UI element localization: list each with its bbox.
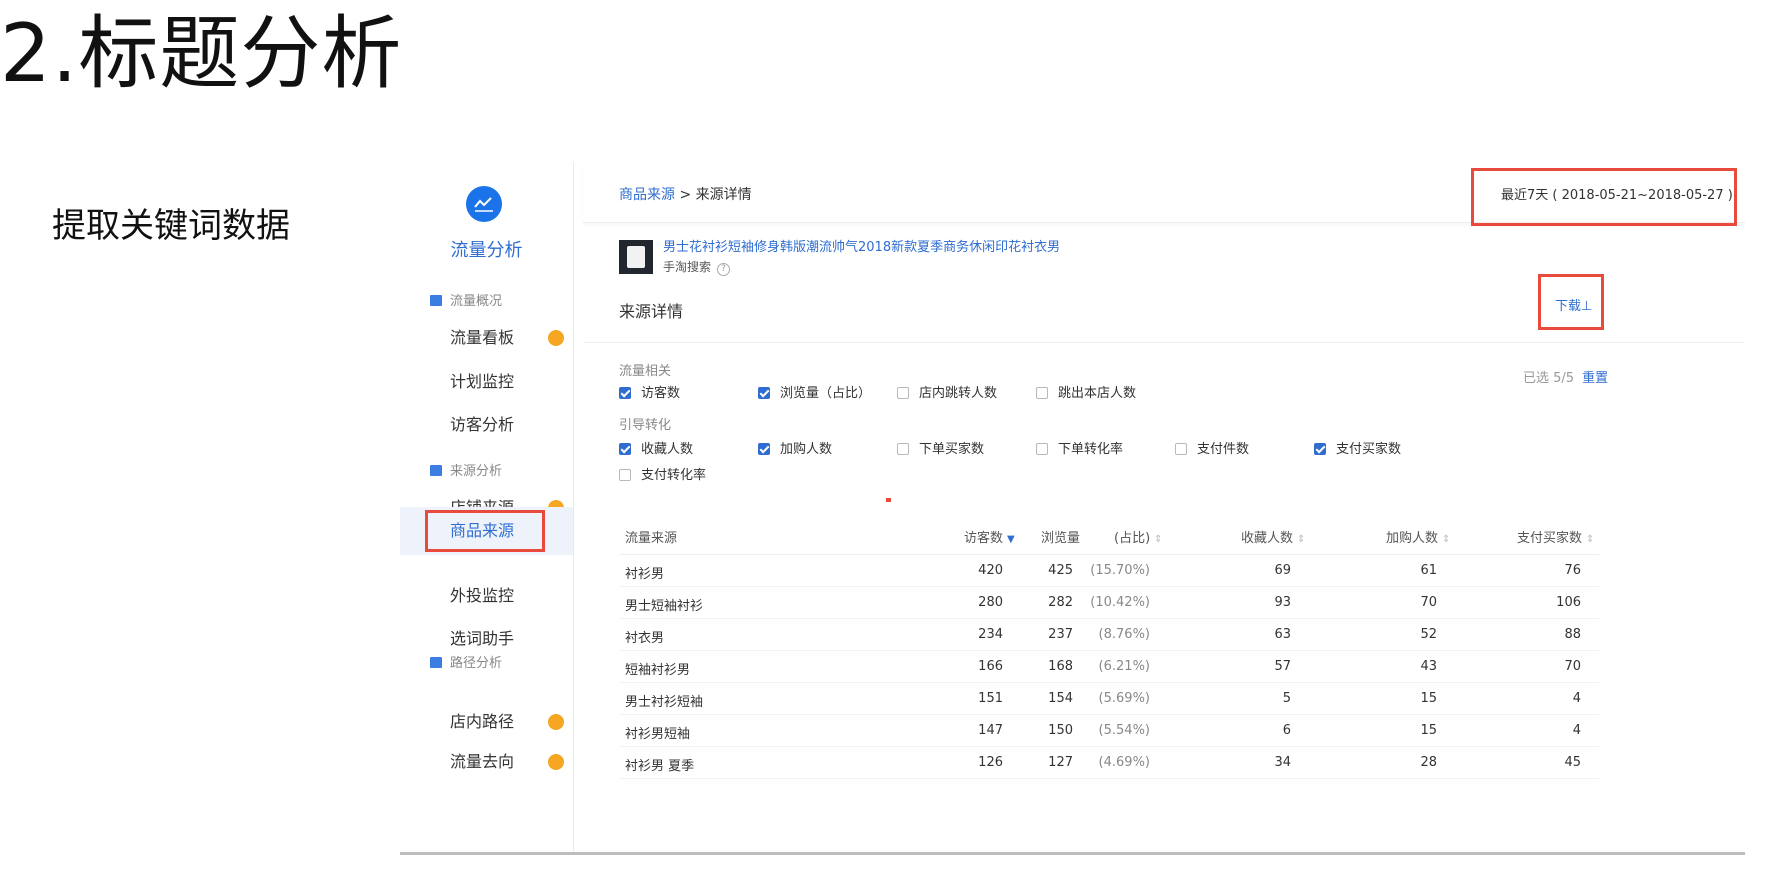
notification-dot-icon	[548, 330, 564, 346]
notification-dot-icon	[548, 754, 564, 770]
checkbox-paid-buyers[interactable]: 支付买家数	[1314, 438, 1401, 457]
col-share[interactable]: (占比) ⇕	[1114, 527, 1163, 546]
sort-icon[interactable]: ⇕	[1442, 534, 1450, 545]
slide-title: 2.标题分析	[0, 7, 403, 100]
breadcrumb-current: 来源详情	[695, 187, 752, 203]
table-row: 衬衫男 420 425 (15.70%) 69 61 76	[619, 554, 1599, 587]
table-row: 衬衫男短袖 147 150 (5.54%) 6 15 4	[619, 714, 1599, 747]
breadcrumb-parent-link[interactable]: 商品来源	[619, 187, 675, 203]
table-row: 衬衣男 234 237 (8.76%) 63 52 88	[619, 618, 1599, 651]
screenshot-frame: 流量分析 流量概况 流量看板 计划监控 访客分析 来源分析 店铺来源 商品来源 …	[400, 162, 1745, 852]
notification-dot-icon	[548, 714, 564, 730]
breadcrumb: 商品来源 > 来源详情	[619, 187, 752, 203]
selected-count: 已选 5/5 重置	[1523, 371, 1609, 386]
col-source: 流量来源	[625, 531, 678, 546]
col-favorites[interactable]: 收藏人数 ⇕	[1241, 527, 1305, 546]
checkbox-add-to-cart[interactable]: 加购人数	[758, 438, 832, 457]
sort-icon[interactable]: ⇕	[1297, 534, 1305, 545]
sidebar-title: 流量分析	[450, 240, 523, 261]
col-add-to-cart[interactable]: 加购人数 ⇕	[1386, 527, 1450, 546]
sidebar-item-plan-monitor[interactable]: 计划监控	[400, 358, 573, 406]
section-title: 来源详情	[619, 302, 684, 321]
product-thumbnail	[619, 240, 653, 274]
divider	[583, 342, 1745, 343]
sidebar-group-source-analysis: 来源分析	[430, 460, 502, 479]
filter-group-traffic-label: 流量相关	[619, 364, 672, 379]
product-title-link[interactable]: 男士花衬衫短袖修身韩版潮流帅气2018新款夏季商务休闲印花衬衣男	[663, 236, 1060, 255]
table-row: 衬衫男 夏季 126 127 (4.69%) 34 28 45	[619, 746, 1599, 779]
date-range-selector[interactable]: 最近7天 ( 2018-05-21~2018-05-27 )	[1501, 184, 1733, 203]
checkbox-order-buyers[interactable]: 下单买家数	[897, 438, 984, 457]
sort-desc-icon[interactable]: ▼	[1007, 534, 1015, 545]
sidebar-item-visitor-analysis[interactable]: 访客分析	[400, 401, 573, 449]
checkbox-order-conversion[interactable]: 下单转化率	[1036, 438, 1123, 457]
sidebar-group-path-analysis: 路径分析	[430, 652, 502, 671]
filter-group-conversion-label: 引导转化	[619, 418, 672, 433]
sort-icon[interactable]: ⇕	[1154, 534, 1162, 545]
col-visitors[interactable]: 访客数 ▼	[964, 527, 1015, 546]
checkbox-visitors[interactable]: 访客数	[619, 382, 680, 401]
checkbox-pay-conversion[interactable]: 支付转化率	[619, 464, 706, 483]
product-source: 手淘搜索?	[663, 258, 731, 276]
sort-icon[interactable]: ⇕	[1586, 534, 1594, 545]
table-row: 男士短袖衬衫 280 282 (10.42%) 93 70 106	[619, 586, 1599, 619]
sidebar-item-product-source[interactable]: 商品来源	[400, 507, 573, 555]
line-chart-icon	[466, 186, 502, 222]
sidebar-item-external-monitor[interactable]: 外投监控	[400, 572, 573, 620]
table-header: 流量来源 访客数 ▼ 浏览量 (占比) ⇕ 收藏人数 ⇕ 加购人数 ⇕ 支付买家数 ⇕	[619, 514, 1599, 555]
table-row: 男士衬衫短袖 151 154 (5.69%) 5 15 4	[619, 682, 1599, 715]
table-row: 短袖衬衫男 166 168 (6.21%) 57 43 70	[619, 650, 1599, 683]
sidebar-item-traffic-board[interactable]: 流量看板	[400, 314, 573, 362]
sidebar: 流量分析 流量概况 流量看板 计划监控 访客分析 来源分析 店铺来源 商品来源 …	[400, 162, 574, 852]
checkbox-favorites[interactable]: 收藏人数	[619, 438, 693, 457]
download-button[interactable]: 下载⊥	[1555, 295, 1592, 314]
checkbox-bounce-out[interactable]: 跳出本店人数	[1036, 382, 1136, 401]
reset-button[interactable]: 重置	[1582, 371, 1608, 386]
sidebar-item-traffic-exit[interactable]: 流量去向	[400, 738, 573, 786]
document-icon	[430, 295, 442, 306]
checkbox-internal-jumps[interactable]: 店内跳转人数	[897, 382, 997, 401]
slide-subtitle: 提取关键词数据	[52, 206, 290, 246]
checkbox-page-views[interactable]: 浏览量（占比）	[758, 382, 871, 401]
col-paid-buyers[interactable]: 支付买家数 ⇕	[1517, 527, 1594, 546]
sidebar-group-traffic-overview: 流量概况	[430, 290, 502, 309]
col-views: 浏览量	[1041, 531, 1081, 546]
document-icon	[430, 657, 442, 668]
help-icon[interactable]: ?	[717, 263, 731, 276]
screenshot-bottom-border	[400, 852, 1745, 855]
document-icon	[430, 465, 442, 476]
checkbox-paid-items[interactable]: 支付件数	[1175, 438, 1249, 457]
red-marker	[886, 498, 891, 502]
main-panel: 商品来源 > 来源详情 最近7天 ( 2018-05-21~2018-05-27…	[583, 162, 1745, 852]
